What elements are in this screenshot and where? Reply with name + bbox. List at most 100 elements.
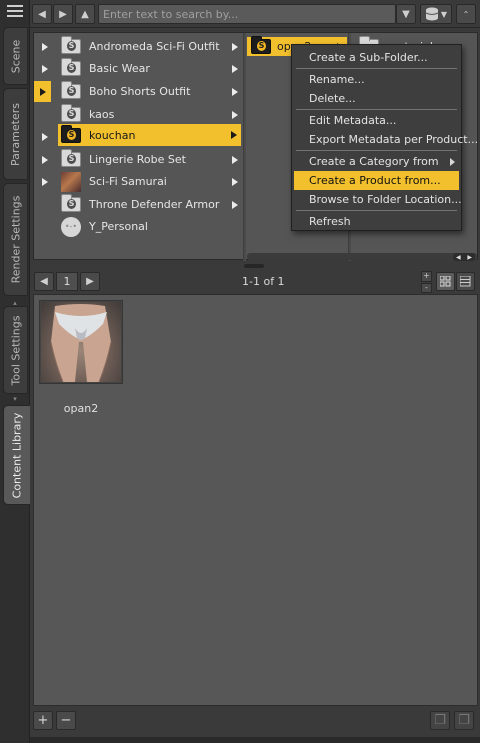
expand-arrow-icon[interactable]: [227, 131, 241, 139]
tree-folder-label: Lingerie Robe Set: [89, 153, 186, 166]
library-bottom-bar: + − ❐ ❐: [30, 707, 480, 743]
arrow-up-icon: ▲: [81, 8, 89, 20]
tree-folder-sci-fi-samurai[interactable]: Sci-Fi Samurai: [34, 171, 242, 192]
expand-arrow-icon[interactable]: [228, 64, 242, 73]
tree-folder-lingerie[interactable]: S Lingerie Robe Set: [34, 149, 242, 170]
expander-icon[interactable]: [34, 155, 56, 164]
menu-browse-folder[interactable]: Browse to Folder Location...: [292, 190, 462, 209]
remove-button[interactable]: −: [56, 711, 76, 730]
pane-splitter[interactable]: [244, 264, 264, 268]
tree-folder-label: Andromeda Sci-Fi Outfit: [89, 40, 220, 53]
menu-create-subfolder[interactable]: Create a Sub-Folder...: [292, 48, 461, 67]
expand-arrow-icon[interactable]: [228, 155, 242, 164]
tab-tool-settings-label: Tool Settings: [9, 315, 23, 385]
product-grid: opan2: [33, 294, 478, 706]
folder-icon: S: [61, 81, 81, 99]
grid-view-button[interactable]: [436, 272, 455, 291]
chevron-down-icon: ▼: [402, 8, 410, 20]
database-mode-button[interactable]: ▼: [420, 4, 452, 24]
menu-refresh[interactable]: Refresh: [292, 212, 461, 231]
expand-arrow-icon[interactable]: [228, 110, 242, 119]
minus-icon[interactable]: -: [421, 282, 432, 293]
tree-folder-label: Boho Shorts Outfit: [89, 85, 191, 98]
expand-arrow-icon[interactable]: [228, 87, 242, 96]
arrow-left-icon: ◀: [40, 276, 48, 287]
menu-create-category[interactable]: Create a Category from: [292, 152, 461, 171]
expander-icon[interactable]: [34, 132, 56, 141]
page-info: 1-1 of 1: [242, 275, 285, 288]
menu-create-category-label: Create a Category from: [309, 155, 439, 168]
expand-arrow-icon[interactable]: [228, 42, 242, 51]
tree-folder-boho[interactable]: S Boho Shorts Outfit: [34, 81, 242, 102]
search-input[interactable]: [98, 4, 396, 24]
folder-icon: S: [61, 194, 81, 212]
arrow-right-icon: ▶: [59, 8, 67, 20]
tree-folder-kouchan[interactable]: S kouchan: [58, 124, 241, 146]
tree-folder-throne[interactable]: S Throne Defender Armor: [34, 194, 242, 215]
next-page-button[interactable]: ▶: [80, 272, 100, 291]
expander-icon[interactable]: [34, 177, 56, 186]
prev-page-button[interactable]: ◀: [34, 272, 54, 291]
folder-icon: S: [61, 104, 81, 122]
menu-rename[interactable]: Rename...: [292, 70, 461, 89]
tree-folder-label: Y_Personal: [89, 220, 148, 233]
tab-parameters-label: Parameters: [9, 102, 22, 166]
copy-icon: ❐: [434, 713, 446, 728]
add-button[interactable]: +: [33, 711, 53, 730]
tab-grip-icon[interactable]: ▾: [10, 396, 20, 403]
arrow-left-icon[interactable]: ◀: [456, 254, 461, 261]
list-view-button[interactable]: [456, 272, 475, 291]
back-button[interactable]: ◀: [32, 4, 52, 24]
list-icon: [460, 276, 471, 287]
thumbnail-size-stepper[interactable]: + -: [421, 271, 432, 293]
tree-folder-label: Throne Defender Armor: [89, 198, 220, 211]
folder-context-menu: Create a Sub-Folder... Rename... Delete.…: [291, 44, 478, 231]
column-divider[interactable]: [243, 33, 246, 261]
tab-parameters[interactable]: Parameters: [3, 88, 28, 180]
menu-separator: [296, 68, 457, 69]
scroll-arrows[interactable]: ◀ ▶: [453, 253, 475, 261]
library-toolbar: ◀ ▶ ▲ ▼ ▼ ⌃: [30, 0, 480, 28]
double-chevron-up-icon: ⌃: [462, 9, 470, 19]
tab-content-library[interactable]: Content Library: [3, 405, 30, 505]
side-tab-strip: Scene Parameters Render Settings ▴ Tool …: [0, 0, 30, 743]
expander-icon[interactable]: [34, 64, 56, 73]
page-navigation: ◀ 1 ▶ 1-1 of 1 + -: [30, 270, 480, 294]
tree-folder-basic-wear[interactable]: S Basic Wear: [34, 58, 242, 79]
copy-button[interactable]: ❐: [430, 711, 450, 730]
panel-menu-icon[interactable]: [5, 3, 25, 19]
menu-delete[interactable]: Delete...: [292, 89, 461, 108]
expand-arrow-icon[interactable]: [228, 200, 242, 209]
expander-icon[interactable]: [34, 42, 56, 51]
arrow-right-icon[interactable]: ▶: [467, 254, 472, 261]
plus-icon[interactable]: +: [421, 271, 432, 282]
collapse-toolbar-button[interactable]: ⌃: [456, 4, 476, 24]
menu-export-metadata[interactable]: Export Metadata per Product...: [292, 130, 478, 149]
page-number[interactable]: 1: [56, 272, 78, 291]
search-history-button[interactable]: ▼: [396, 4, 416, 24]
tab-render-settings[interactable]: Render Settings: [3, 183, 28, 296]
menu-separator: [296, 150, 457, 151]
tree-folder-label: kouchan: [89, 128, 136, 142]
grid-icon: [440, 276, 451, 287]
menu-edit-metadata[interactable]: Edit Metadata...: [292, 111, 461, 130]
tab-scene[interactable]: Scene: [3, 27, 28, 85]
expand-arrow-icon[interactable]: [228, 177, 242, 186]
folder-icon: S: [61, 149, 81, 167]
up-level-button[interactable]: ▲: [75, 4, 95, 24]
chevron-down-icon: ▼: [440, 9, 448, 19]
menu-create-product[interactable]: Create a Product from...: [294, 171, 459, 190]
tab-render-settings-label: Render Settings: [9, 195, 22, 284]
folder-icon: S: [61, 58, 81, 76]
tree-folder-y-personal[interactable]: •-• Y_Personal: [34, 216, 242, 237]
horizontal-scrollbar[interactable]: [247, 253, 477, 260]
arrow-left-icon: ◀: [38, 8, 46, 20]
paste-button[interactable]: ❐: [454, 711, 474, 730]
product-tile[interactable]: [39, 300, 123, 384]
forward-button[interactable]: ▶: [53, 4, 73, 24]
panel-bottom-edge: [30, 737, 480, 743]
tree-folder-andromeda[interactable]: S Andromeda Sci-Fi Outfit: [34, 36, 242, 57]
tree-folder-kaos[interactable]: S kaos: [34, 104, 242, 125]
tab-tool-settings[interactable]: Tool Settings: [3, 306, 28, 394]
menu-separator: [296, 210, 457, 211]
